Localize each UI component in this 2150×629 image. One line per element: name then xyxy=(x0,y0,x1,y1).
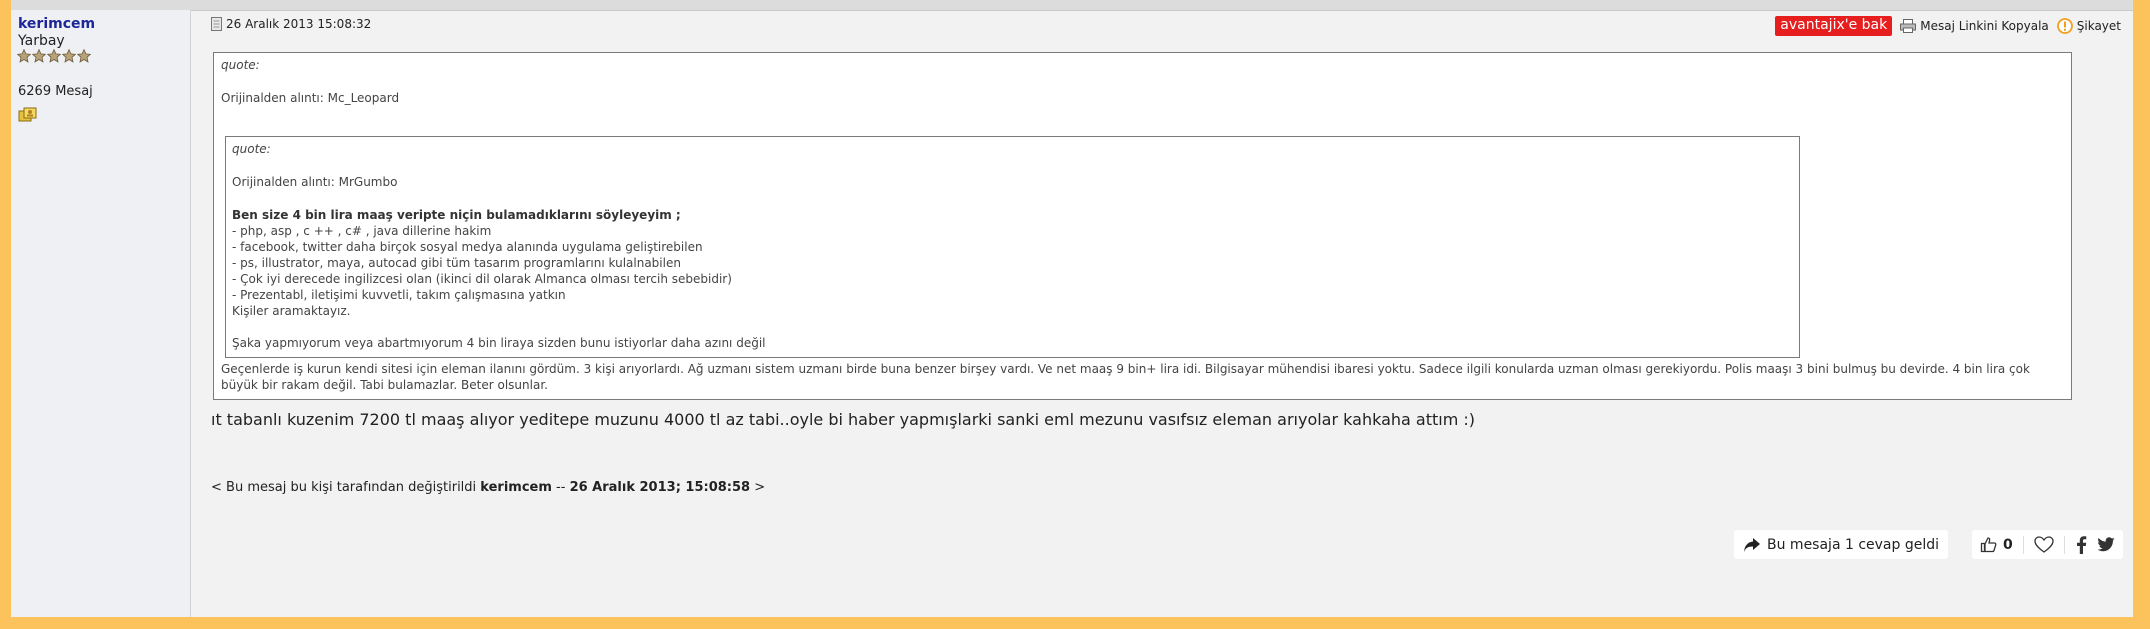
edit-note: < Bu mesaj bu kişi tarafından değiştiril… xyxy=(211,480,765,495)
edit-note-date: 26 Aralık 2013; 15:08:58 xyxy=(569,480,751,495)
copy-link-label: Mesaj Linkini Kopyala xyxy=(1920,19,2049,33)
promo-button[interactable]: avantajix'e bak xyxy=(1775,16,1893,36)
edit-note-separator: -- xyxy=(551,480,570,495)
facebook-icon[interactable] xyxy=(2075,535,2087,554)
quote-source: Orijinalden alıntı: MrGumbo xyxy=(232,175,398,189)
warning-icon xyxy=(2056,18,2073,34)
replies-label: Bu mesaja 1 cevap geldi xyxy=(1767,536,1940,553)
star-icon xyxy=(62,49,76,63)
divider xyxy=(2022,535,2024,554)
copy-link-button[interactable]: Mesaj Linkini Kopyala xyxy=(1900,19,2049,33)
quote-label: quote: xyxy=(221,58,260,72)
printer-icon xyxy=(1900,19,1917,33)
like-count: 0 xyxy=(2003,536,2013,553)
outer-quote-block: quote: Orijinalden alıntı: Mc_Leopard qu… xyxy=(213,52,2072,400)
post-body: ıt tabanlı kuzenim 7200 tl maaş alıyor y… xyxy=(211,410,1475,429)
star-icon xyxy=(17,49,31,63)
post-actions: 0 xyxy=(1972,530,2123,559)
inner-quote-block: quote: Orijinalden alıntı: MrGumbo Ben s… xyxy=(225,136,1800,358)
document-icon xyxy=(211,17,222,31)
list-item: Kişiler aramaktayız. xyxy=(232,304,351,318)
quote-heading: Ben size 4 bin lira maaş veripte niçin b… xyxy=(232,208,681,222)
group-badge-icon xyxy=(18,107,37,122)
post-header: 26 Aralık 2013 15:08:32 avantajix'e bak … xyxy=(202,10,2122,38)
inner-quote-content: Ben size 4 bin lira maaş veripte niçin b… xyxy=(232,207,766,351)
quote-label: quote: xyxy=(232,142,271,156)
list-item: - Çok iyi derecede ingilizcesi olan (iki… xyxy=(232,272,732,286)
thumbs-up-icon xyxy=(1980,537,1997,553)
report-button[interactable]: Şikayet xyxy=(2056,18,2121,34)
twitter-icon[interactable] xyxy=(2097,536,2115,553)
post-date-wrap: 26 Aralık 2013 15:08:32 xyxy=(211,17,371,31)
quote-comment: Geçenlerde iş kurun kendi sitesi için el… xyxy=(221,362,2030,392)
edit-note-prefix: < Bu mesaj bu kişi tarafından değiştiril… xyxy=(211,480,481,495)
list-item: - facebook, twitter daha birçok sosyal m… xyxy=(232,240,703,254)
star-icon xyxy=(47,49,61,63)
star-icon xyxy=(32,49,46,63)
username-link[interactable]: kerimcem xyxy=(18,16,95,32)
user-sidebar: kerimcem Yarbay 6269 Mesaj xyxy=(11,10,191,617)
list-item: - php, asp , c ++ , c# , java dillerine … xyxy=(232,224,492,238)
forum-post-frame: kerimcem Yarbay 6269 Mesaj 26 Aralık 201… xyxy=(11,0,2133,617)
share-arrow-icon xyxy=(1744,537,1760,552)
rank-stars xyxy=(17,49,91,63)
header-actions: avantajix'e bak Mesaj Linkini Kopyala Şi… xyxy=(1775,16,2121,36)
user-rank: Yarbay xyxy=(18,33,65,49)
edit-note-user: kerimcem xyxy=(480,480,552,495)
quote-source: Orijinalden alıntı: Mc_Leopard xyxy=(221,91,400,105)
heart-icon[interactable] xyxy=(2034,535,2054,554)
replies-button[interactable]: Bu mesaja 1 cevap geldi xyxy=(1734,530,1949,559)
edit-note-suffix: > xyxy=(750,480,766,495)
quote-closing: Şaka yapmıyorum veya abartmıyorum 4 bin … xyxy=(232,336,766,350)
report-label: Şikayet xyxy=(2076,19,2121,33)
list-item: - ps, illustrator, maya, autocad gibi tü… xyxy=(232,256,681,270)
post-date: 26 Aralık 2013 15:08:32 xyxy=(226,17,372,31)
post-main: 26 Aralık 2013 15:08:32 avantajix'e bak … xyxy=(202,10,2123,617)
post-count: 6269 Mesaj xyxy=(18,84,93,99)
list-item: - Prezentabl, iletişimi kuvvetli, takım … xyxy=(232,288,566,302)
divider xyxy=(2063,535,2065,554)
like-button[interactable]: 0 xyxy=(1980,536,2013,553)
star-icon xyxy=(77,49,91,63)
